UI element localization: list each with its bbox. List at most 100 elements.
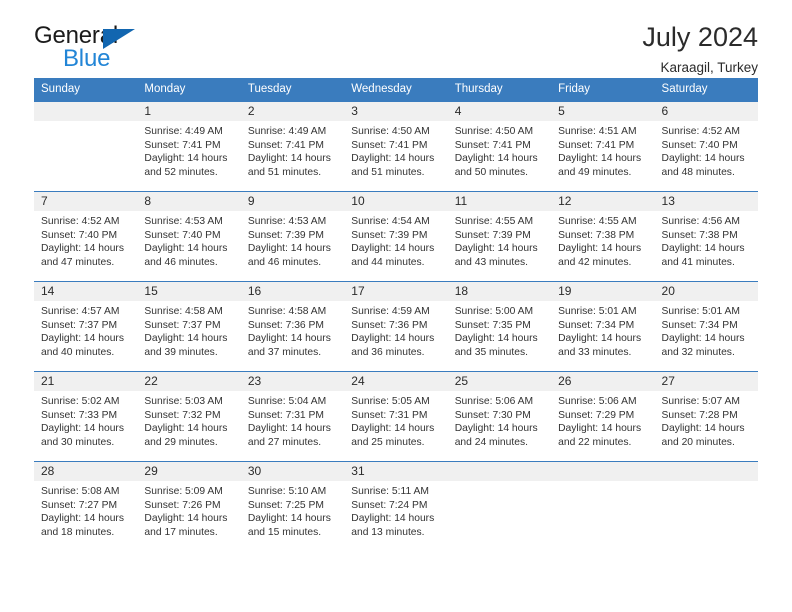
day-number: 12 [551,192,655,211]
calendar-day-cell[interactable]: 17 Sunrise: 4:59 AM Sunset: 7:36 PM Dayligh… [344,281,448,372]
calendar-day-cell[interactable]: 11 Sunrise: 4:55 AM Sunset: 7:39 PM Dayligh… [447,191,552,282]
calendar-day-cell[interactable]: 30 Sunrise: 5:10 AM Sunset: 7:25 PM Dayligh… [240,461,345,551]
daylight-text: Daylight: 14 hours [247,423,331,435]
daylight-text: Daylight: 14 hours [661,423,745,435]
sunrise-text: Sunrise: 4:53 AM [144,216,223,227]
calendar-header-row: Sunday Monday Tuesday Wednesday Thursday… [34,78,758,102]
sunrise-text: Sunrise: 4:49 AM [144,126,223,137]
sunset-text: Sunset: 7:41 PM [351,139,428,151]
sunset-text: Sunset: 7:35 PM [454,319,531,331]
daylight-text: and 52 minutes. [144,166,218,178]
logo-text-blue: Blue [63,45,111,72]
weekday-header-tuesday: Tuesday [240,78,345,102]
day-details: Sunrise: 5:04 AM Sunset: 7:31 PM Daylight:… [241,391,344,449]
daylight-text: Daylight: 14 hours [454,153,538,165]
weekday-header-thursday: Thursday [447,78,552,102]
daylight-text: Daylight: 14 hours [454,423,538,435]
calendar-week-row: 7 Sunrise: 4:52 AM Sunset: 7:40 PM Daylight… [34,191,758,282]
calendar-day-cell[interactable]: 19 Sunrise: 5:01 AM Sunset: 7:34 PM Dayligh… [551,281,655,372]
sunset-text: Sunset: 7:37 PM [41,319,118,331]
calendar-day-cell[interactable]: 12 Sunrise: 4:55 AM Sunset: 7:38 PM Dayligh… [551,191,655,282]
weekday-header-friday: Friday [551,78,655,102]
calendar-day-cell[interactable]: 10 Sunrise: 4:54 AM Sunset: 7:39 PM Dayligh… [344,191,448,282]
day-number: 10 [344,192,448,211]
day-details: Sunrise: 5:06 AM Sunset: 7:29 PM Daylight:… [551,391,654,449]
calendar-day-cell-empty [551,461,655,551]
day-number: 26 [551,372,655,391]
daylight-text: and 15 minutes. [247,526,322,538]
day-number: 21 [34,372,138,391]
sunset-text: Sunset: 7:36 PM [351,319,428,331]
calendar-day-cell[interactable]: 23 Sunrise: 5:04 AM Sunset: 7:31 PM Dayligh… [240,371,345,462]
daylight-text: and 48 minutes. [661,166,735,178]
calendar-day-cell[interactable]: 6 Sunrise: 4:52 AM Sunset: 7:40 PM Daylight… [654,101,758,192]
calendar-day-cell[interactable]: 8 Sunrise: 4:53 AM Sunset: 7:40 PM Daylight… [137,191,241,282]
day-number: 24 [344,372,448,391]
sunrise-text: Sunrise: 5:00 AM [454,306,534,317]
sunset-text: Sunset: 7:32 PM [144,409,221,421]
day-number: 6 [654,102,758,121]
daylight-text: Daylight: 14 hours [351,513,435,525]
calendar-day-cell[interactable]: 25 Sunrise: 5:06 AM Sunset: 7:30 PM Dayligh… [447,371,552,462]
sunrise-text: Sunrise: 4:49 AM [247,126,327,137]
day-details: Sunrise: 4:53 AM Sunset: 7:40 PM Daylight:… [137,211,240,269]
daylight-text: and 18 minutes. [41,526,115,538]
calendar-week-row: 14 Sunrise: 4:57 AM Sunset: 7:37 PM Dayligh… [34,281,758,372]
day-details: Sunrise: 4:55 AM Sunset: 7:39 PM Daylight:… [448,211,551,269]
day-number: 14 [34,282,138,301]
sunset-text: Sunset: 7:34 PM [661,319,738,331]
calendar-day-cell[interactable]: 28 Sunrise: 5:08 AM Sunset: 7:27 PM Dayligh… [34,461,138,551]
sunrise-text: Sunrise: 5:01 AM [661,306,740,317]
sunset-text: Sunset: 7:30 PM [454,409,531,421]
calendar-day-cell[interactable]: 24 Sunrise: 5:05 AM Sunset: 7:31 PM Dayligh… [344,371,448,462]
calendar-day-cell[interactable]: 14 Sunrise: 4:57 AM Sunset: 7:37 PM Dayligh… [34,281,138,372]
calendar-day-cell[interactable]: 7 Sunrise: 4:52 AM Sunset: 7:40 PM Daylight… [34,191,138,282]
sunrise-text: Sunrise: 5:08 AM [41,486,120,497]
calendar-day-cell[interactable]: 13 Sunrise: 4:56 AM Sunset: 7:38 PM Dayligh… [654,191,758,282]
weekday-header-wednesday: Wednesday [344,78,448,102]
daylight-text: and 39 minutes. [144,346,218,358]
day-details: Sunrise: 4:49 AM Sunset: 7:41 PM Daylight:… [137,121,240,179]
daylight-text: and 41 minutes. [661,256,735,268]
calendar-day-cell[interactable]: 26 Sunrise: 5:06 AM Sunset: 7:29 PM Dayligh… [551,371,655,462]
calendar-day-cell[interactable]: 31 Sunrise: 5:11 AM Sunset: 7:24 PM Dayligh… [344,461,448,551]
calendar-day-cell[interactable]: 22 Sunrise: 5:03 AM Sunset: 7:32 PM Dayligh… [137,371,241,462]
sunset-text: Sunset: 7:29 PM [558,409,635,421]
day-number: 1 [137,102,241,121]
calendar-day-cell[interactable]: 18 Sunrise: 5:00 AM Sunset: 7:35 PM Dayligh… [447,281,552,372]
calendar-day-cell[interactable]: 27 Sunrise: 5:07 AM Sunset: 7:28 PM Dayligh… [654,371,758,462]
calendar-day-cell-empty [447,461,552,551]
daylight-text: and 47 minutes. [41,256,115,268]
day-number: 13 [654,192,758,211]
calendar-day-cell[interactable]: 2 Sunrise: 4:49 AM Sunset: 7:41 PM Daylight… [240,101,345,192]
day-number: 29 [137,462,241,481]
calendar-day-cell[interactable]: 16 Sunrise: 4:58 AM Sunset: 7:36 PM Dayligh… [240,281,345,372]
daylight-text: Daylight: 14 hours [558,333,642,345]
sunrise-text: Sunrise: 4:59 AM [351,306,430,317]
calendar-day-cell[interactable]: 4 Sunrise: 4:50 AM Sunset: 7:41 PM Daylight… [447,101,552,192]
daylight-text: Daylight: 14 hours [454,243,538,255]
calendar-day-cell[interactable]: 20 Sunrise: 5:01 AM Sunset: 7:34 PM Dayligh… [654,281,758,372]
sunrise-text: Sunrise: 5:02 AM [41,396,120,407]
daylight-text: Daylight: 14 hours [41,423,124,435]
day-details: Sunrise: 5:10 AM Sunset: 7:25 PM Daylight:… [241,481,344,539]
day-number [447,462,552,481]
sunrise-text: Sunrise: 5:05 AM [351,396,430,407]
calendar-day-cell[interactable]: 29 Sunrise: 5:09 AM Sunset: 7:26 PM Dayligh… [137,461,241,551]
calendar-day-cell[interactable]: 9 Sunrise: 4:53 AM Sunset: 7:39 PM Daylight… [240,191,345,282]
sunset-text: Sunset: 7:37 PM [144,319,221,331]
daylight-text: and 20 minutes. [661,436,735,448]
calendar-day-cell[interactable]: 3 Sunrise: 4:50 AM Sunset: 7:41 PM Daylight… [344,101,448,192]
calendar-day-cell[interactable]: 21 Sunrise: 5:02 AM Sunset: 7:33 PM Dayligh… [34,371,138,462]
day-details: Sunrise: 5:03 AM Sunset: 7:32 PM Daylight:… [137,391,240,449]
calendar-day-cell[interactable]: 5 Sunrise: 4:51 AM Sunset: 7:41 PM Daylight… [551,101,655,192]
daylight-text: Daylight: 14 hours [351,423,435,435]
daylight-text: Daylight: 14 hours [247,153,331,165]
calendar-week-row: 28 Sunrise: 5:08 AM Sunset: 7:27 PM Dayligh… [34,461,758,551]
sunrise-text: Sunrise: 4:52 AM [661,126,740,137]
day-details: Sunrise: 5:02 AM Sunset: 7:33 PM Daylight:… [34,391,137,449]
calendar-day-cell[interactable]: 1 Sunrise: 4:49 AM Sunset: 7:41 PM Daylight… [137,101,241,192]
daylight-text: and 33 minutes. [558,346,632,358]
daylight-text: and 24 minutes. [454,436,528,448]
calendar-day-cell[interactable]: 15 Sunrise: 4:58 AM Sunset: 7:37 PM Dayligh… [137,281,241,372]
